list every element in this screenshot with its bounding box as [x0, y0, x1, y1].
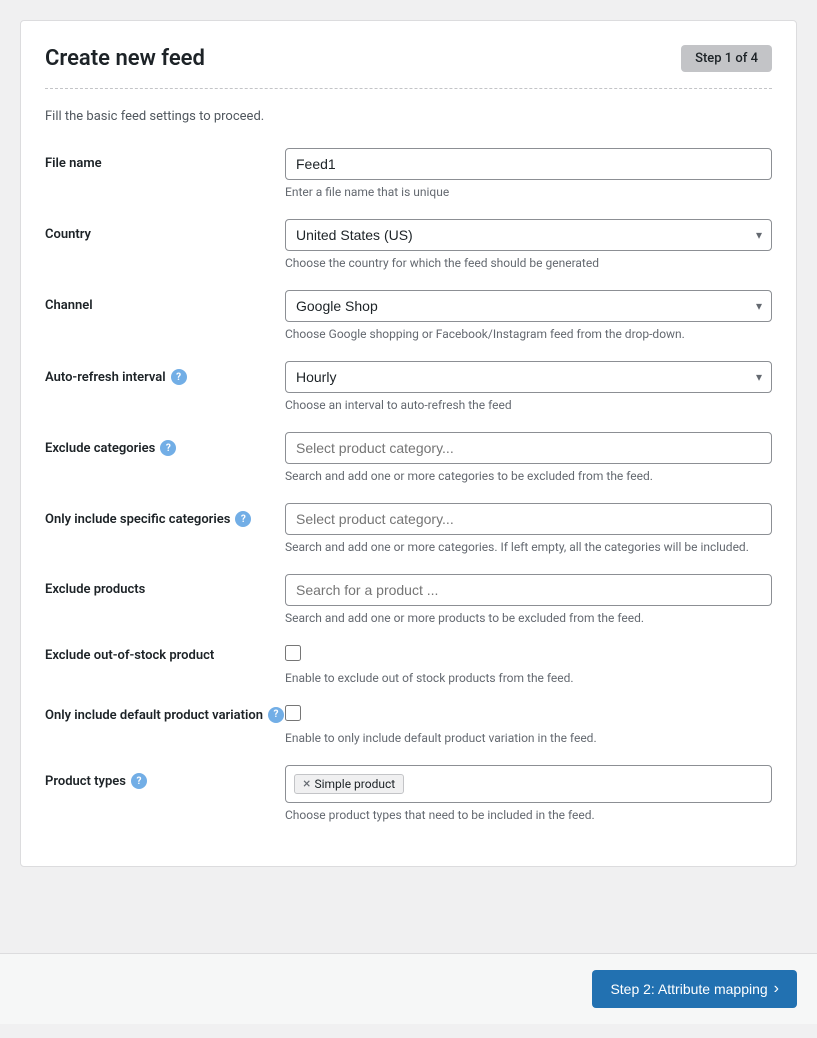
file-name-label: File name — [45, 148, 285, 171]
exclude-out-of-stock-row: Exclude out-of-stock product Enable to e… — [45, 645, 772, 685]
include-default-variation-field: Enable to only include default product v… — [285, 705, 772, 745]
product-types-help-icon[interactable]: ? — [131, 773, 147, 789]
exclude-out-of-stock-label: Exclude out-of-stock product — [45, 645, 285, 665]
country-label: Country — [45, 219, 285, 242]
product-type-tag-simple: × Simple product — [294, 774, 404, 794]
product-types-hint: Choose product types that need to be inc… — [285, 808, 772, 822]
exclude-products-hint: Search and add one or more products to b… — [285, 611, 772, 625]
form-card: Create new feed Step 1 of 4 Fill the bas… — [20, 20, 797, 867]
country-field: United States (US) United Kingdom (UK) C… — [285, 219, 772, 270]
main-content: Create new feed Step 1 of 4 Fill the bas… — [0, 0, 817, 967]
channel-hint: Choose Google shopping or Facebook/Insta… — [285, 327, 772, 341]
channel-select[interactable]: Google Shop Facebook / Instagram — [285, 290, 772, 322]
include-categories-row: Only include specific categories ? Searc… — [45, 503, 772, 554]
country-select[interactable]: United States (US) United Kingdom (UK) C… — [285, 219, 772, 251]
channel-row: Channel Google Shop Facebook / Instagram… — [45, 290, 772, 341]
exclude-out-of-stock-checkbox[interactable] — [285, 645, 301, 661]
next-step-button[interactable]: Step 2: Attribute mapping › — [592, 970, 797, 1008]
exclude-categories-label: Exclude categories ? — [45, 432, 285, 456]
header-divider — [45, 88, 772, 89]
include-default-variation-row: Only include default product variation ?… — [45, 705, 772, 745]
next-step-arrow-icon: › — [774, 980, 779, 998]
include-default-variation-help-icon[interactable]: ? — [268, 707, 284, 723]
page-wrapper: Create new feed Step 1 of 4 Fill the bas… — [0, 0, 817, 1038]
auto-refresh-label: Auto-refresh interval ? — [45, 361, 285, 385]
exclude-categories-input[interactable] — [285, 432, 772, 464]
product-types-label: Product types ? — [45, 765, 285, 789]
auto-refresh-select-wrapper: Hourly Daily Weekly ▾ — [285, 361, 772, 393]
file-name-hint: Enter a file name that is unique — [285, 185, 772, 199]
include-categories-help-icon[interactable]: ? — [235, 511, 251, 527]
country-row: Country United States (US) United Kingdo… — [45, 219, 772, 270]
exclude-categories-field: Search and add one or more categories to… — [285, 432, 772, 483]
footer-bar: Step 2: Attribute mapping › — [0, 953, 817, 1024]
exclude-products-row: Exclude products Search and add one or m… — [45, 574, 772, 625]
exclude-categories-row: Exclude categories ? Search and add one … — [45, 432, 772, 483]
file-name-row: File name Enter a file name that is uniq… — [45, 148, 772, 199]
exclude-products-field: Search and add one or more products to b… — [285, 574, 772, 625]
include-categories-input[interactable] — [285, 503, 772, 535]
auto-refresh-row: Auto-refresh interval ? Hourly Daily Wee… — [45, 361, 772, 412]
channel-label: Channel — [45, 290, 285, 313]
file-name-field: Enter a file name that is unique — [285, 148, 772, 199]
page-header: Create new feed Step 1 of 4 — [45, 45, 772, 72]
exclude-categories-help-icon[interactable]: ? — [160, 440, 176, 456]
include-categories-hint: Search and add one or more categories. I… — [285, 540, 772, 554]
page-title: Create new feed — [45, 46, 205, 71]
channel-field: Google Shop Facebook / Instagram ▾ Choos… — [285, 290, 772, 341]
auto-refresh-select[interactable]: Hourly Daily Weekly — [285, 361, 772, 393]
product-type-tag-simple-label: Simple product — [314, 777, 395, 791]
next-step-label: Step 2: Attribute mapping — [610, 981, 767, 997]
country-hint: Choose the country for which the feed sh… — [285, 256, 772, 270]
channel-select-wrapper: Google Shop Facebook / Instagram ▾ — [285, 290, 772, 322]
product-types-row: Product types ? × Simple product Choose … — [45, 765, 772, 822]
include-categories-field: Search and add one or more categories. I… — [285, 503, 772, 554]
exclude-out-of-stock-field: Enable to exclude out of stock products … — [285, 645, 772, 685]
auto-refresh-field: Hourly Daily Weekly ▾ Choose an interval… — [285, 361, 772, 412]
exclude-out-of-stock-hint: Enable to exclude out of stock products … — [285, 671, 772, 685]
exclude-categories-hint: Search and add one or more categories to… — [285, 469, 772, 483]
product-types-field: × Simple product Choose product types th… — [285, 765, 772, 822]
step-badge: Step 1 of 4 — [681, 45, 772, 72]
include-default-variation-checkbox[interactable] — [285, 705, 301, 721]
include-default-variation-hint: Enable to only include default product v… — [285, 731, 772, 745]
country-select-wrapper: United States (US) United Kingdom (UK) C… — [285, 219, 772, 251]
product-types-box[interactable]: × Simple product — [285, 765, 772, 803]
product-type-tag-simple-remove-icon[interactable]: × — [303, 777, 310, 791]
exclude-products-input[interactable] — [285, 574, 772, 606]
include-categories-label: Only include specific categories ? — [45, 503, 285, 527]
form-subtitle: Fill the basic feed settings to proceed. — [45, 109, 772, 124]
exclude-products-label: Exclude products — [45, 574, 285, 597]
include-default-variation-label: Only include default product variation ? — [45, 705, 285, 725]
auto-refresh-hint: Choose an interval to auto-refresh the f… — [285, 398, 772, 412]
file-name-input[interactable] — [285, 148, 772, 180]
auto-refresh-help-icon[interactable]: ? — [171, 369, 187, 385]
